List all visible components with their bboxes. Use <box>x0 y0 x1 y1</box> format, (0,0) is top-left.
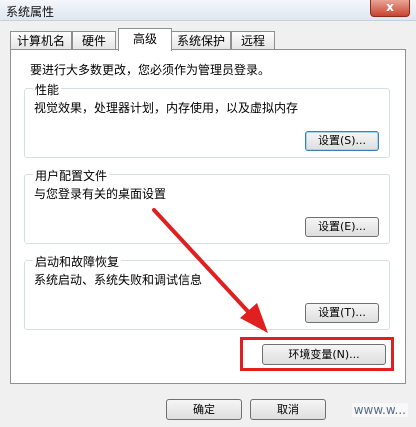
watermark-text: www.w... <box>351 403 408 417</box>
startup-recovery-description: 系统启动、系统失败和调试信息 <box>34 273 203 287</box>
cancel-button[interactable]: 取消 <box>250 399 326 420</box>
annotation-highlight-box <box>240 337 394 371</box>
performance-group: 性能 视觉效果，处理器计划，内存使用，以及虚拟内存 设置(S)... <box>24 81 390 158</box>
user-profiles-title: 用户配置文件 <box>33 167 110 184</box>
user-profiles-description: 与您登录有关的桌面设置 <box>34 187 167 201</box>
close-button[interactable]: x <box>370 0 410 17</box>
tab-computer-name[interactable]: 计算机名 <box>10 31 72 50</box>
user-profiles-group: 用户配置文件 与您登录有关的桌面设置 设置(E)... <box>24 167 390 244</box>
tab-system-protection[interactable]: 系统保护 <box>171 31 231 50</box>
tab-remote[interactable]: 远程 <box>231 31 275 50</box>
performance-description: 视觉效果，处理器计划，内存使用，以及虚拟内存 <box>34 101 299 115</box>
tab-bar: 计算机名 硬件 高级 系统保护 远程 <box>10 28 406 51</box>
tab-hardware[interactable]: 硬件 <box>72 31 116 50</box>
startup-recovery-title: 启动和故障恢复 <box>33 253 122 270</box>
close-icon: x <box>386 0 394 14</box>
performance-title: 性能 <box>33 81 62 98</box>
ok-button[interactable]: 确定 <box>166 399 242 420</box>
title-bar: 系统属性 x <box>0 0 416 21</box>
tab-advanced[interactable]: 高级 <box>118 28 172 51</box>
user-profiles-settings-button[interactable]: 设置(E)... <box>305 217 379 237</box>
admin-notice: 要进行大多数更改，您必须作为管理员登录。 <box>30 63 271 77</box>
window-title: 系统属性 <box>6 5 55 19</box>
startup-recovery-group: 启动和故障恢复 系统启动、系统失败和调试信息 设置(T)... <box>24 253 390 330</box>
startup-recovery-settings-button[interactable]: 设置(T)... <box>305 303 379 323</box>
performance-settings-button[interactable]: 设置(S)... <box>305 131 379 151</box>
